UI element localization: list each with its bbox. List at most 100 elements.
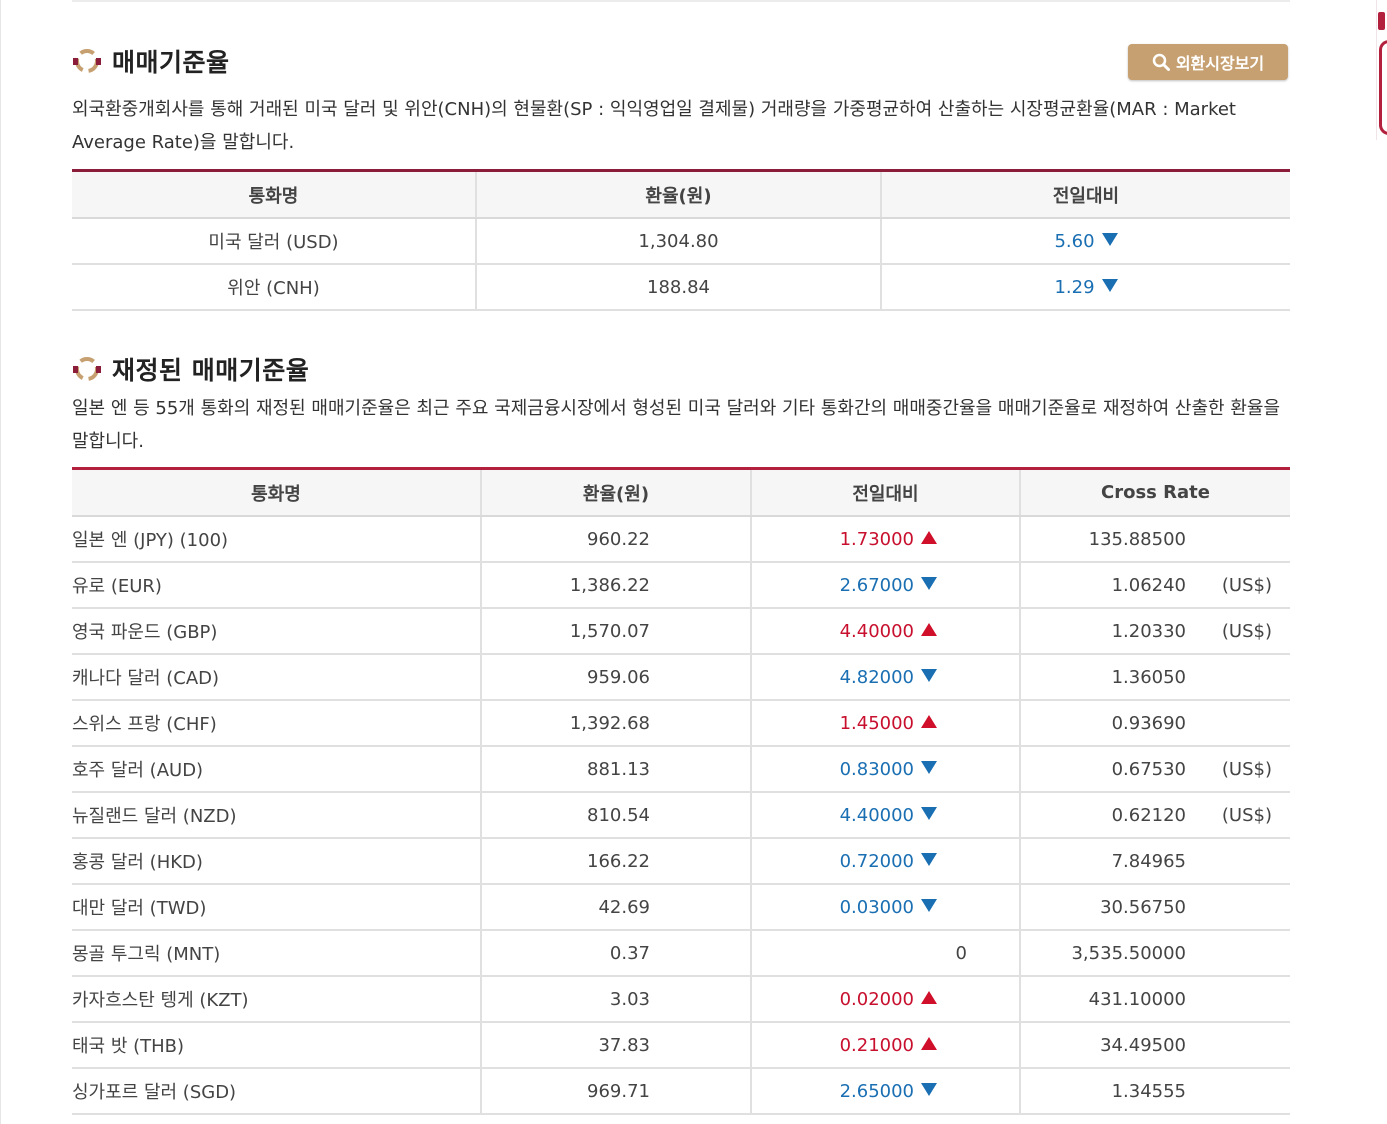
cross-rate-value: 1.34555 xyxy=(1111,1080,1186,1102)
section-emblem-icon xyxy=(73,357,101,381)
change-cell: 2.67000 xyxy=(750,562,1020,609)
exchange-rate: 166.22 xyxy=(480,838,751,885)
currency-name: 스위스 프랑 (CHF) xyxy=(72,700,481,747)
cross-rate-wrap: 30.56750 xyxy=(1021,897,1290,918)
arrow-up-icon xyxy=(921,991,937,1004)
cross-rate-unit xyxy=(1186,897,1272,918)
cross-rate-value: 431.10000 xyxy=(1088,988,1186,1010)
table-header-row: 통화명 환율(원) 전일대비 xyxy=(72,170,1290,219)
change-cell: 5.60 xyxy=(880,218,1290,265)
change-cell: 0.83000 xyxy=(750,746,1020,793)
cross-rate-cell: 34.49500 xyxy=(1019,1022,1290,1069)
cross-rate-cell: 1.36050 xyxy=(1019,654,1290,701)
cross-rate-value: 135.88500 xyxy=(1088,528,1186,550)
currency-name: 일본 엔 (JPY) (100) xyxy=(72,516,481,563)
exchange-rate: 969.71 xyxy=(480,1068,751,1115)
cross-rate-value: 0.93690 xyxy=(1111,712,1186,734)
table-row: 미국 달러 (USD) 1,304.80 5.60 xyxy=(72,218,1290,265)
cross-rate-wrap: 1.34555 xyxy=(1021,1081,1290,1102)
arrow-down-icon xyxy=(921,853,937,866)
section1-title: 매매기준율 xyxy=(112,48,230,77)
currency-name: 몽골 투그릭 (MNT) xyxy=(72,930,481,977)
arrow-up-icon xyxy=(921,623,937,636)
currency-name: 카자흐스탄 텡게 (KZT) xyxy=(72,976,481,1023)
fx-market-button[interactable]: 외환시장보기 xyxy=(1128,44,1288,80)
arrow-down-icon xyxy=(921,577,937,590)
cross-rate-unit xyxy=(1186,529,1272,550)
exchange-rate: 1,392.68 xyxy=(480,700,751,747)
cross-rate-unit xyxy=(1186,667,1272,688)
arrow-up-icon xyxy=(921,715,937,728)
cross-rate-unit xyxy=(1186,713,1272,734)
currency-name: 싱가포르 달러 (SGD) xyxy=(72,1068,481,1115)
change-value: 2.65000 xyxy=(839,1080,914,1102)
currency-name: 대만 달러 (TWD) xyxy=(72,884,481,931)
cross-rate-unit: (US$) xyxy=(1221,620,1272,642)
table-row: 위안 (CNH) 188.84 1.29 xyxy=(72,264,1290,311)
cross-rate-wrap: 1.36050 xyxy=(1021,667,1290,688)
exchange-rate: 3.03 xyxy=(480,976,751,1023)
cross-rate-unit xyxy=(1186,851,1272,872)
fx-market-button-label: 외환시장보기 xyxy=(1175,54,1265,73)
table-row: 뉴질랜드 달러 (NZD) 810.54 4.40000 0.62120 (US$) xyxy=(72,792,1290,839)
cross-rate-wrap: 1.20330 (US$) xyxy=(1021,621,1290,642)
table-row: 일본 엔 (JPY) (100) 960.22 1.73000 135.88500 xyxy=(72,516,1290,563)
change-cell: 4.82000 xyxy=(750,654,1020,701)
table-row: 싱가포르 달러 (SGD) 969.71 2.65000 1.34555 xyxy=(72,1068,1290,1115)
table-row: 캐나다 달러 (CAD) 959.06 4.82000 1.36050 xyxy=(72,654,1290,701)
change-value: 4.82000 xyxy=(839,666,914,688)
cross-rate-cell: 1.06240 (US$) xyxy=(1019,562,1290,609)
cross-rate-value: 3,535.50000 xyxy=(1071,942,1186,964)
currency-name: 미국 달러 (USD) xyxy=(72,218,476,265)
side-ring-icon xyxy=(1379,40,1387,135)
cross-rate-wrap: 3,535.50000 xyxy=(1021,943,1290,964)
cross-rate-value: 1.06240 xyxy=(1111,574,1186,596)
arrow-down-icon xyxy=(921,899,937,912)
cross-rate-cell: 0.67530 (US$) xyxy=(1019,746,1290,793)
change-cell: 4.40000 xyxy=(750,792,1020,839)
change-value: 1.45000 xyxy=(839,712,914,734)
cross-rate-value: 0.67530 xyxy=(1111,758,1186,780)
table-row: 몽골 투그릭 (MNT) 0.37 0 3,535.50000 xyxy=(72,930,1290,977)
cross-rate-value: 0.62120 xyxy=(1111,804,1186,826)
cross-rate-wrap: 0.93690 xyxy=(1021,713,1290,734)
arrow-down-icon xyxy=(921,761,937,774)
table-row: 스위스 프랑 (CHF) 1,392.68 1.45000 0.93690 xyxy=(72,700,1290,747)
cross-rate-unit xyxy=(1186,989,1272,1010)
cross-rate-wrap: 431.10000 xyxy=(1021,989,1290,1010)
cross-rate-wrap: 1.06240 (US$) xyxy=(1021,575,1290,596)
col-header-currency: 통화명 xyxy=(72,468,481,517)
change-value: 0 xyxy=(955,942,967,964)
change-value: 4.40000 xyxy=(839,804,914,826)
exchange-rate: 959.06 xyxy=(480,654,751,701)
cross-rate-cell: 30.56750 xyxy=(1019,884,1290,931)
currency-name: 캐나다 달러 (CAD) xyxy=(72,654,481,701)
currency-name: 영국 파운드 (GBP) xyxy=(72,608,481,655)
cross-rate-table: 통화명 환율(원) 전일대비 Cross Rate 일본 엔 (JPY) (10… xyxy=(72,467,1290,1115)
exchange-rate: 1,570.07 xyxy=(480,608,751,655)
page-left-rule xyxy=(0,0,1,1124)
side-floating-button[interactable] xyxy=(1376,0,1387,140)
arrow-down-icon xyxy=(921,669,937,682)
cross-rate-wrap: 7.84965 xyxy=(1021,851,1290,872)
change-value: 0.72000 xyxy=(839,850,914,872)
cross-rate-cell: 135.88500 xyxy=(1019,516,1290,563)
table-row: 대만 달러 (TWD) 42.69 0.03000 30.56750 xyxy=(72,884,1290,931)
cross-rate-wrap: 34.49500 xyxy=(1021,1035,1290,1056)
cross-rate-cell: 3,535.50000 xyxy=(1019,930,1290,977)
cross-rate-cell: 7.84965 xyxy=(1019,838,1290,885)
col-header-cross-rate: Cross Rate xyxy=(1019,468,1290,517)
exchange-rate: 37.83 xyxy=(480,1022,751,1069)
arrow-up-icon xyxy=(921,1037,937,1050)
search-icon xyxy=(1152,53,1170,71)
cross-rate-unit: (US$) xyxy=(1221,574,1272,596)
change-cell: 1.29 xyxy=(880,264,1290,311)
change-cell: 1.73000 xyxy=(750,516,1020,563)
cross-rate-wrap: 135.88500 xyxy=(1021,529,1290,550)
section1-description: 외국환중개회사를 통해 거래된 미국 달러 및 위안(CNH)의 현물환(SP … xyxy=(72,99,1236,153)
change-cell: 0 xyxy=(750,930,1020,977)
table-row: 홍콩 달러 (HKD) 166.22 0.72000 7.84965 xyxy=(72,838,1290,885)
arrow-down-icon xyxy=(1101,279,1118,292)
col-header-change: 전일대비 xyxy=(750,468,1020,517)
table-header-row: 통화명 환율(원) 전일대비 Cross Rate xyxy=(72,468,1290,517)
